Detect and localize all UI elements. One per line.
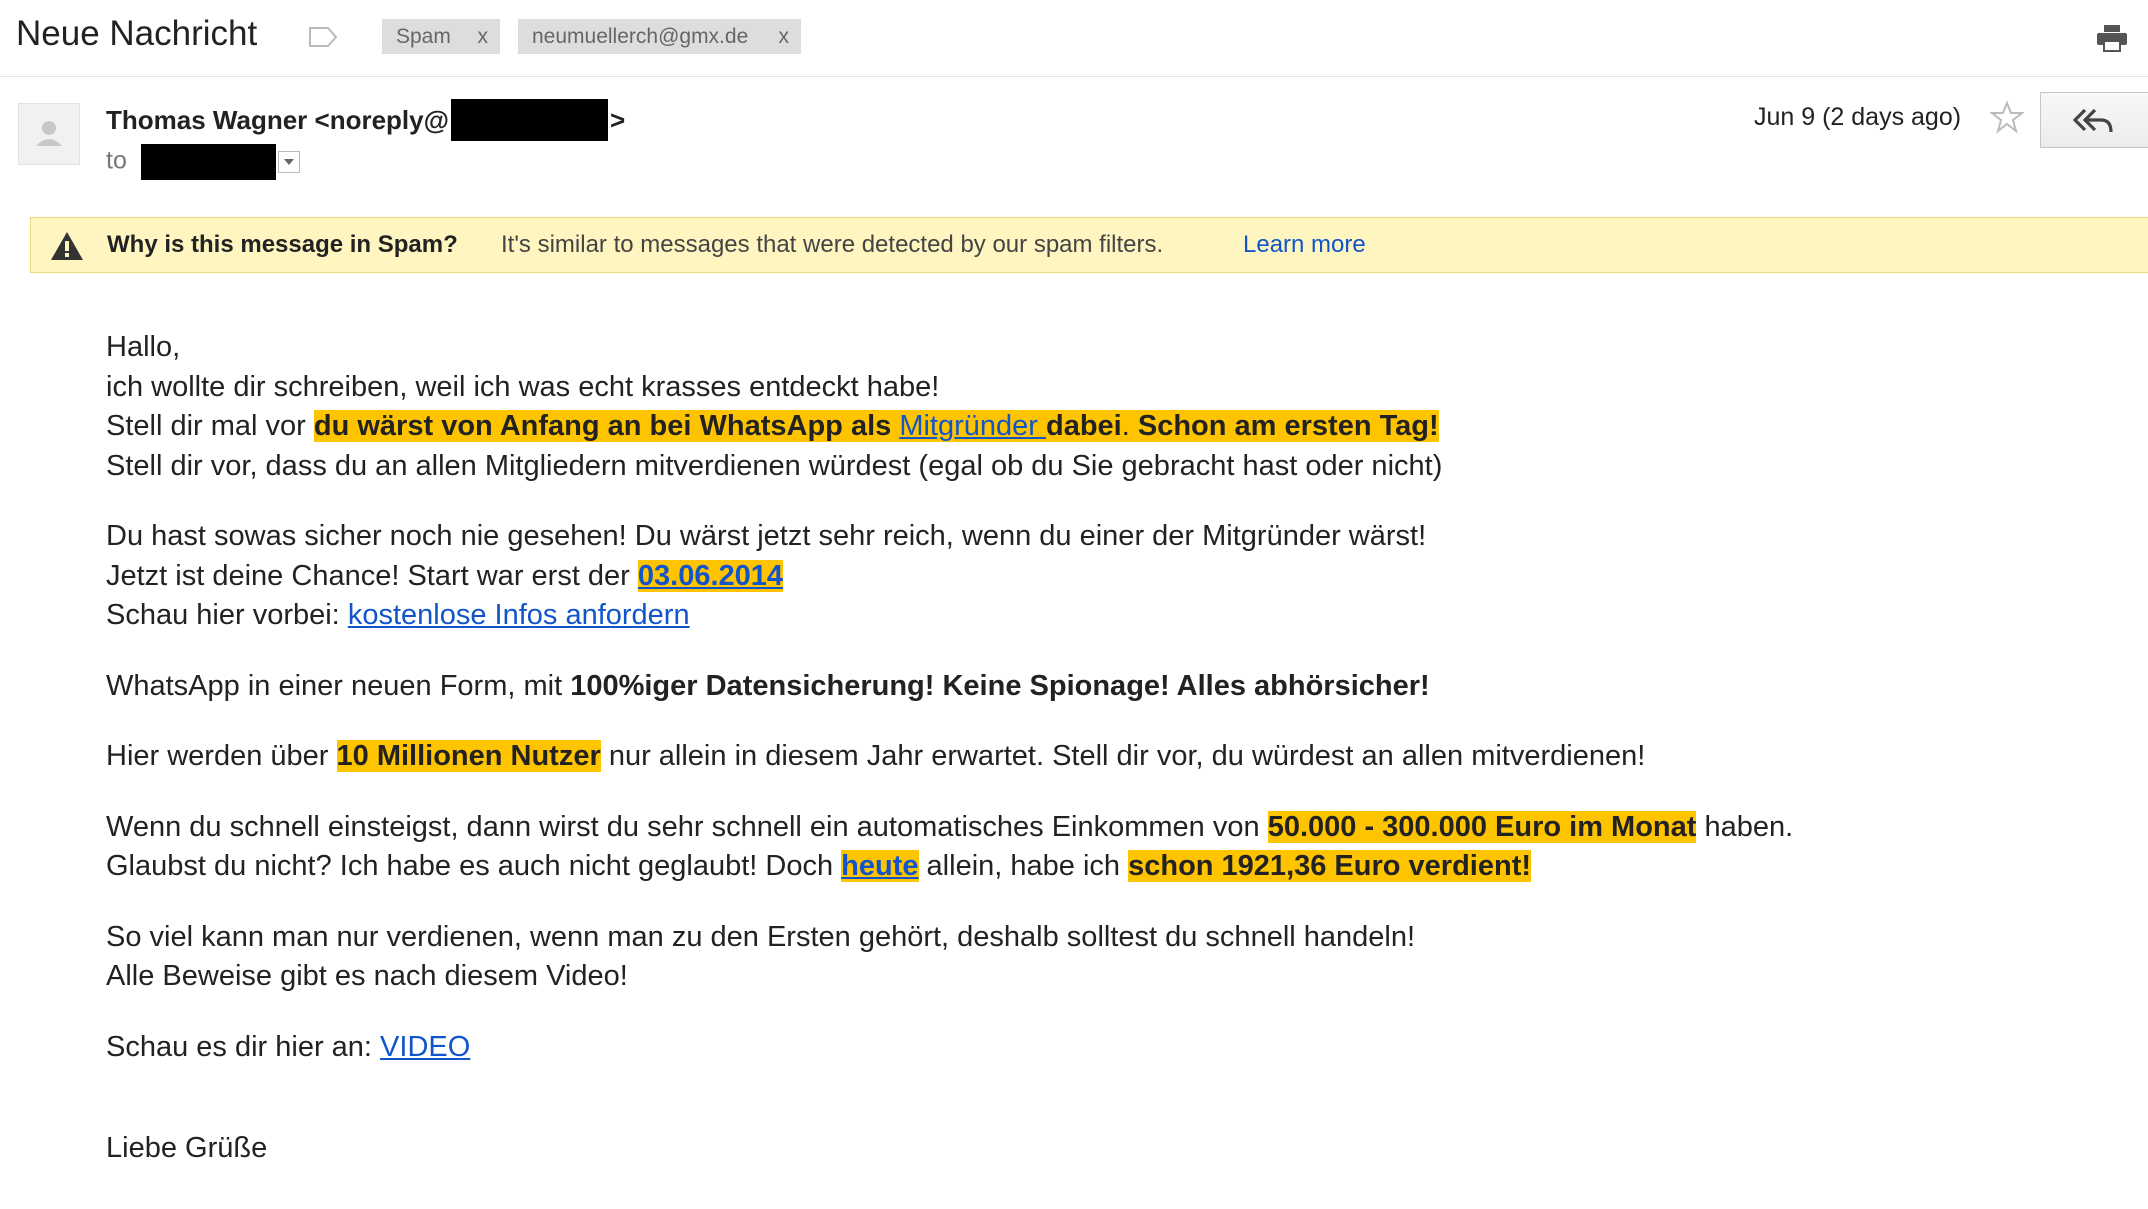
remove-label-button[interactable]: x	[478, 19, 489, 54]
email-paragraph: Hier werden über 10 Millionen Nutzer nur…	[106, 737, 1793, 777]
reply-icon	[2073, 108, 2113, 133]
body-text: Schau es dir hier an:	[106, 1030, 381, 1063]
sender-name-suffix: >	[609, 104, 626, 135]
to-label: to	[106, 146, 127, 175]
body-text: Stell dir mal vor	[106, 410, 314, 442]
email-paragraph: Du hast sowas sicher noch nie gesehen! D…	[106, 517, 1793, 636]
redacted-block	[450, 99, 608, 141]
heute-link[interactable]: heute	[841, 850, 919, 882]
star-icon[interactable]	[1990, 100, 2024, 134]
highlighted-text: Schon am ersten Tag!	[1137, 410, 1439, 442]
email-paragraph: So viel kann man nur verdienen, wenn man…	[106, 918, 1793, 997]
sender-avatar	[18, 103, 80, 165]
label-chip-name: Spam	[396, 25, 451, 48]
email-paragraph: Liebe Grüße	[106, 1129, 1793, 1169]
greeting: Hallo,	[106, 331, 181, 363]
reply-button[interactable]	[2040, 92, 2148, 148]
warning-icon	[51, 232, 83, 260]
body-text: Schau hier vorbei:	[106, 599, 348, 631]
body-text: nur allein in diesem Jahr erwartet. Stel…	[600, 740, 1646, 772]
highlighted-text: .	[1121, 410, 1138, 442]
body-text: Stell dir vor, dass du an allen Mitglied…	[106, 449, 1443, 482]
message-subject: Neue Nachricht	[16, 14, 258, 53]
spam-explanation: It's similar to messages that were detec…	[501, 231, 1164, 258]
email-paragraph: WhatsApp in einer neuen Form, mit 100%ig…	[106, 667, 1793, 707]
closing: Liebe Grüße	[106, 1132, 268, 1164]
highlighted-text: 10 Millionen Nutzer	[336, 740, 601, 772]
date-link[interactable]: 03.06.2014	[637, 559, 784, 592]
body-text: Glaubst du nicht? Ich habe es auch nicht…	[106, 850, 842, 882]
highlighted-text: 50.000 - 300.000 Euro im Monat	[1267, 810, 1697, 843]
bold-text: 100%iger Datensicherung! Keine Spionage!…	[570, 669, 1430, 702]
highlighted-text: schon 1921,36 Euro verdient!	[1128, 850, 1532, 882]
body-text: haben.	[1696, 810, 1794, 843]
recipient-line: to	[106, 144, 300, 180]
spam-question: Why is this message in Spam?	[107, 231, 458, 258]
label-chip-gmx[interactable]: neumuellerch@gmx.de x	[518, 19, 801, 54]
learn-more-link[interactable]: Learn more	[1243, 218, 1366, 272]
label-chip-name: neumuellerch@gmx.de	[532, 25, 749, 48]
sender-name[interactable]: Thomas Wagner <noreply@ >	[106, 99, 626, 143]
redacted-block	[140, 144, 276, 180]
body-text: WhatsApp in einer neuen Form, mit	[106, 669, 571, 702]
dropdown-icon[interactable]	[277, 151, 300, 173]
info-request-link[interactable]: kostenlose Infos anfordern	[348, 599, 690, 631]
avatar-icon	[36, 121, 62, 146]
email-paragraph: Wenn du schnell einsteigst, dann wirst d…	[106, 808, 1793, 887]
body-text: Jetzt ist deine Chance! Start war erst d…	[106, 559, 638, 592]
body-text: allein, habe ich	[918, 850, 1129, 882]
body-text: ich wollte dir schreiben, weil ich was e…	[106, 370, 940, 403]
label-icon[interactable]	[308, 26, 338, 48]
body-text: Hier werden über	[106, 740, 337, 772]
body-text: So viel kann man nur verdienen, wenn man…	[106, 920, 1416, 953]
body-text: Wenn du schnell einsteigst, dann wirst d…	[106, 810, 1268, 843]
email-paragraph: Schau es dir hier an: VIDEO	[106, 1028, 1793, 1068]
body-text: Alle Beweise gibt es nach diesem Video!	[106, 960, 628, 992]
mitgruender-link[interactable]: Mitgründer	[899, 410, 1046, 442]
email-paragraph: Hallo, ich wollte dir schreiben, weil ic…	[106, 328, 1793, 486]
remove-label-button[interactable]: x	[779, 19, 790, 54]
body-text: Du hast sowas sicher noch nie gesehen! D…	[106, 520, 1427, 552]
highlighted-text: dabei	[1046, 410, 1122, 442]
print-icon[interactable]	[2096, 24, 2128, 52]
video-link[interactable]: VIDEO	[380, 1031, 470, 1063]
label-chip-spam[interactable]: Spam x	[382, 19, 500, 54]
sender-name-text: Thomas Wagner <noreply@	[106, 104, 449, 135]
message-date: Jun 9 (2 days ago)	[1754, 103, 1962, 131]
highlighted-text: du wärst von Anfang an bei WhatsApp als	[313, 410, 900, 442]
spam-warning-banner: Why is this message in Spam? It's simila…	[30, 217, 2148, 273]
email-body: Hallo, ich wollte dir schreiben, weil ic…	[106, 328, 1793, 1200]
message-toolbar: Neue Nachricht Spam x neumuellerch@gmx.d…	[0, 0, 2148, 77]
